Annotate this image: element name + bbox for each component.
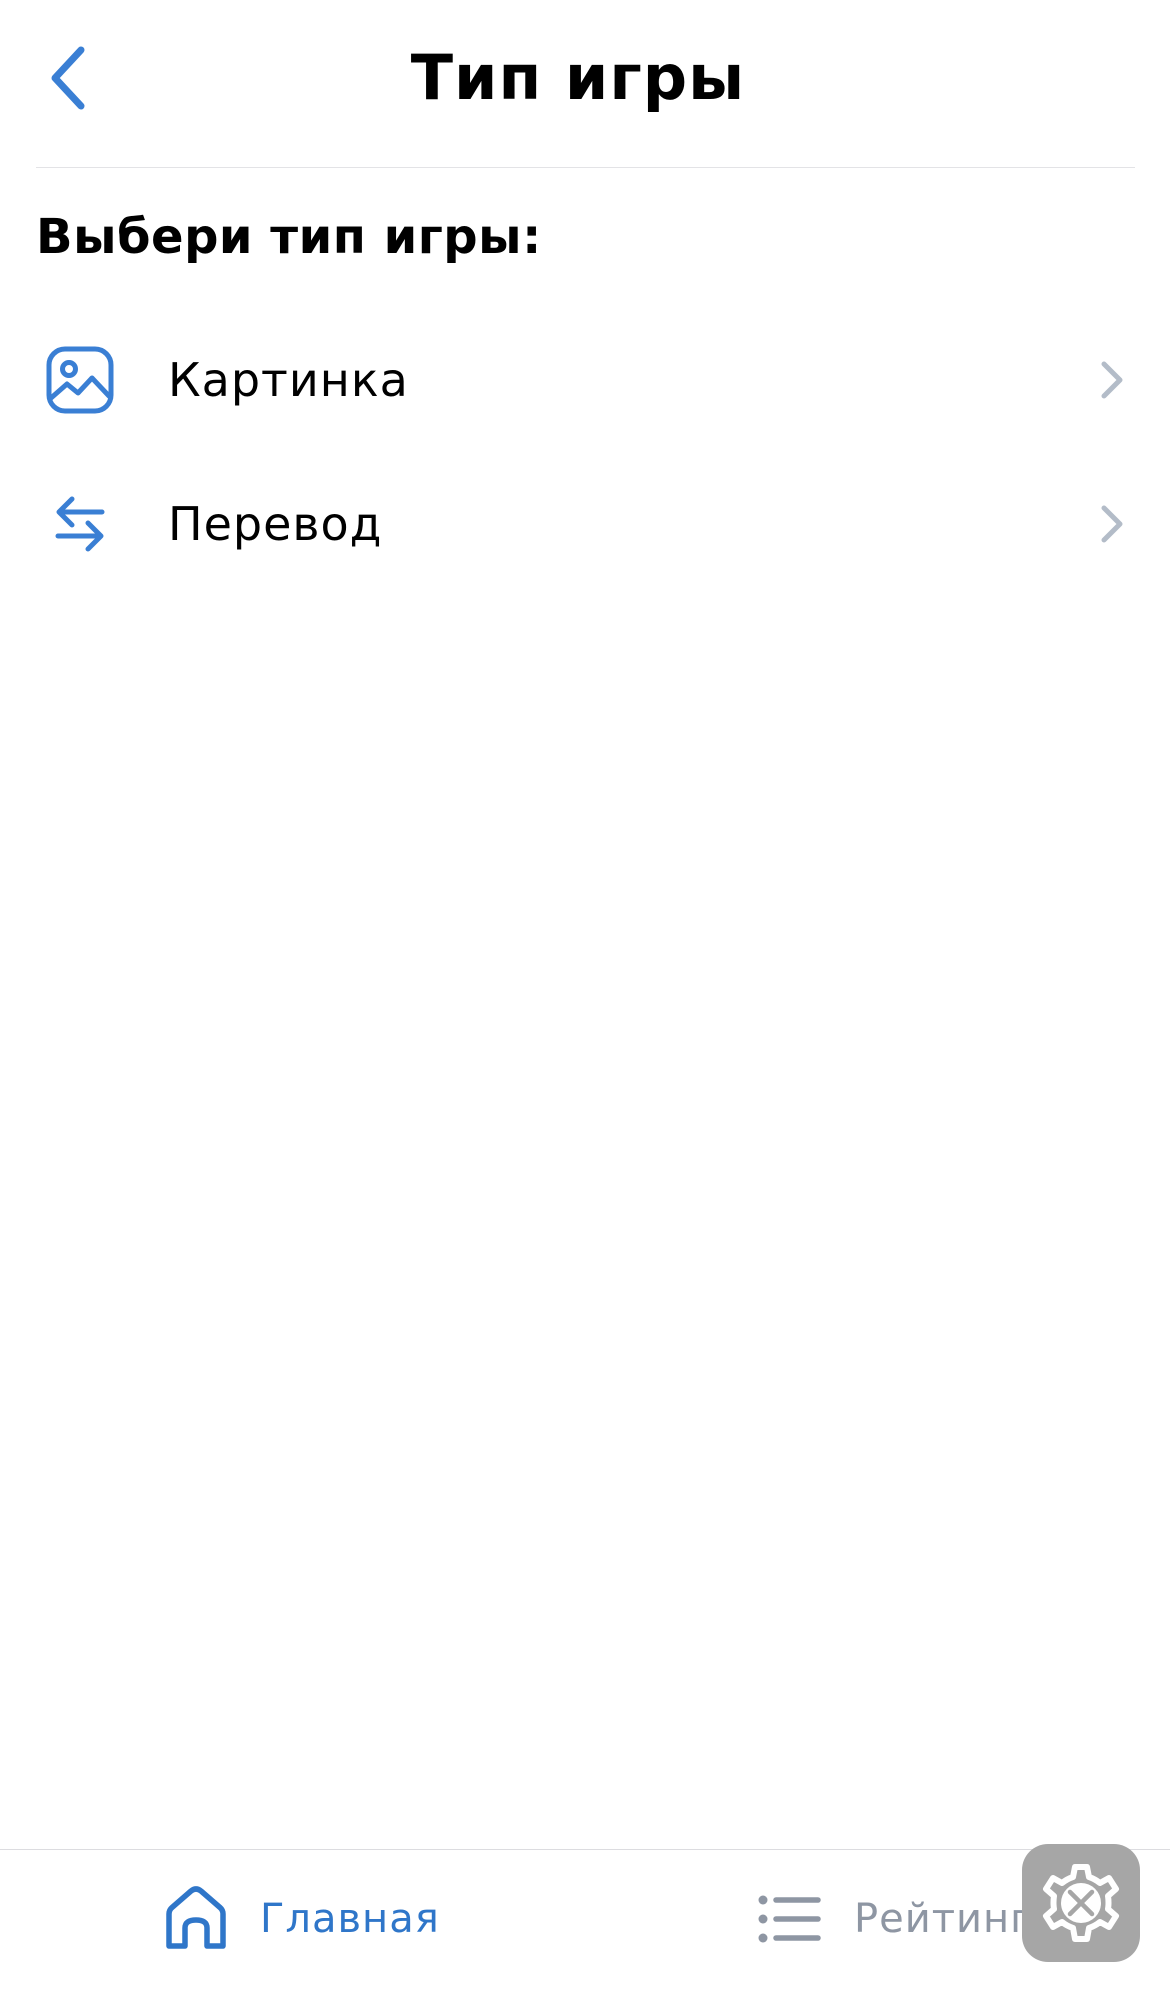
image-icon bbox=[40, 340, 120, 420]
list-item-translation[interactable]: Перевод bbox=[0, 452, 1170, 596]
bottom-tab-bar: Главная Рейтинг bbox=[0, 1849, 1170, 1992]
header-divider bbox=[36, 167, 1135, 168]
page-title: Тип игры bbox=[410, 41, 746, 114]
list-item-label: Перевод bbox=[168, 497, 383, 551]
list-item-label: Картинка bbox=[168, 353, 409, 407]
tabbar-divider bbox=[0, 1849, 1170, 1850]
chevron-right-icon bbox=[1092, 358, 1132, 402]
section-heading: Выбери тип игры: bbox=[36, 209, 542, 265]
tab-label: Рейтинг bbox=[854, 1896, 1033, 1942]
tab-label: Главная bbox=[260, 1896, 440, 1942]
game-type-list: Картинка Перевод bbox=[0, 308, 1170, 596]
settings-fab-button[interactable] bbox=[1022, 1844, 1140, 1962]
chevron-right-icon bbox=[1092, 502, 1132, 546]
settings-tools-icon bbox=[1043, 1864, 1119, 1942]
tab-home[interactable]: Главная bbox=[156, 1877, 440, 1961]
swap-arrows-icon bbox=[40, 484, 120, 564]
home-icon bbox=[156, 1879, 236, 1959]
navigation-header: Тип игры bbox=[0, 0, 1170, 168]
app-screen: Тип игры Выбери тип игры: Картинка Перев… bbox=[0, 0, 1170, 1992]
tab-rating[interactable]: Рейтинг bbox=[750, 1877, 1032, 1961]
list-icon bbox=[750, 1879, 830, 1959]
list-item-picture[interactable]: Картинка bbox=[0, 308, 1170, 452]
